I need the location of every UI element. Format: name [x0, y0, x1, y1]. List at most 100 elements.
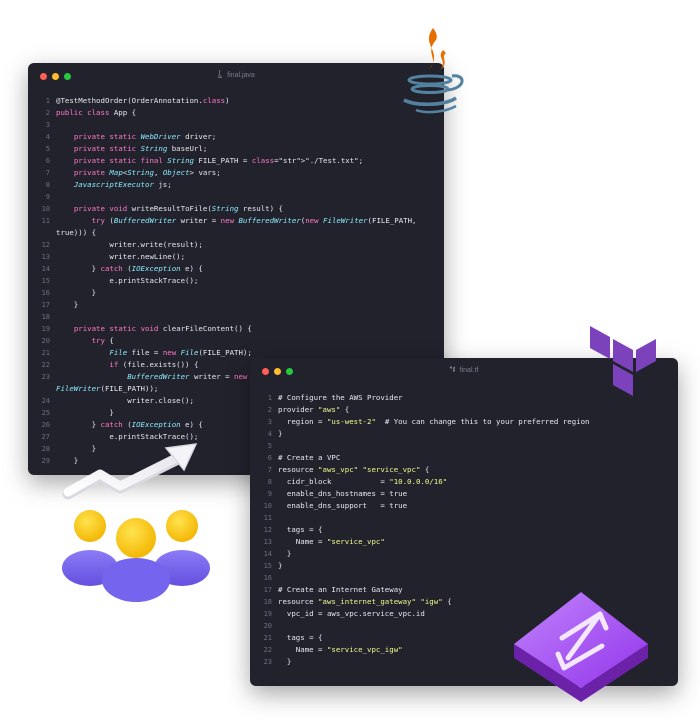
- line-text: resource "aws_internet_gateway" "igw" {: [278, 597, 452, 606]
- java-code-line: 15 e.printStackTrace();: [28, 275, 444, 287]
- line-number: 22: [41, 361, 50, 369]
- line-text: public class App {: [56, 108, 137, 117]
- java-code-line: 20 try {: [28, 335, 444, 347]
- line-text: }: [278, 657, 292, 666]
- line-text: true))) {: [56, 228, 97, 237]
- line-text: FileWriter(FILE_PATH));: [56, 384, 159, 393]
- line-number: 8: [267, 478, 272, 486]
- line-number: 5: [45, 145, 50, 153]
- line-text: cidr_block = "10.0.0.0/16": [278, 477, 448, 486]
- java-code-line: 14 } catch (IOException e) {: [28, 263, 444, 275]
- line-number: 26: [41, 421, 50, 429]
- line-text: private Map<String, Object> vars;: [73, 168, 221, 177]
- line-text: }: [56, 288, 97, 297]
- java-code-line: 11 try (BufferedWriter writer = new Buff…: [28, 215, 444, 227]
- java-code-line: 7 private Map<String, Object> vars;: [28, 167, 444, 179]
- line-text: enable_dns_support = true: [278, 501, 408, 510]
- line-text: writer.write(result);: [56, 240, 203, 249]
- line-text: private static void clearFileContent() {: [73, 324, 252, 333]
- terraform-code-line: 15}: [250, 560, 678, 572]
- line-number: 22: [263, 646, 272, 654]
- terraform-code-line: 16: [250, 572, 678, 584]
- line-text: }: [56, 300, 79, 309]
- line-text: private static String baseUrl;: [73, 144, 208, 153]
- line-number: 23: [263, 658, 272, 666]
- line-number: 11: [263, 514, 272, 522]
- line-number: 17: [41, 301, 50, 309]
- line-text: private void writeResultToFile(String re…: [73, 204, 283, 213]
- terraform-code-line: 5: [250, 440, 678, 452]
- tf-file-icon: [449, 366, 455, 372]
- terraform-logo-icon: [590, 326, 656, 396]
- java-file-icon: [218, 70, 223, 78]
- java-code-line: true))) {: [28, 227, 444, 239]
- line-text: @TestMethodOrder(OrderAnnotation.class): [56, 96, 230, 105]
- line-text: try {: [91, 336, 114, 345]
- java-window-titlebar: final.java: [28, 63, 444, 91]
- line-number: 1: [267, 394, 272, 402]
- terraform-code-line: 4}: [250, 428, 678, 440]
- line-number: 6: [267, 454, 272, 462]
- line-number: 3: [45, 121, 50, 129]
- java-code-line: 8 JavascriptExecutor js;: [28, 179, 444, 191]
- line-text: } catch (IOException e) {: [56, 264, 203, 273]
- line-number: 12: [41, 241, 50, 249]
- line-text: Name = "service_vpc_igw": [278, 645, 403, 654]
- line-text: resource "aws_vpc" "service_vpc" {: [278, 465, 430, 474]
- line-number: 21: [41, 349, 50, 357]
- terraform-code-line: 11: [250, 512, 678, 524]
- line-number: 9: [267, 490, 272, 498]
- line-number: 3: [267, 418, 272, 426]
- line-number: 15: [263, 562, 272, 570]
- java-code-line: 19 private static void clearFileContent(…: [28, 323, 444, 335]
- line-text: enable_dns_hostnames = true: [278, 489, 408, 498]
- line-number: 6: [45, 157, 50, 165]
- java-code-line: 17 }: [28, 299, 444, 311]
- line-text: if (file.exists()) {: [109, 360, 199, 369]
- line-text: Name = "service_vpc": [278, 537, 385, 546]
- line-text: }: [278, 429, 283, 438]
- line-text: # Create a VPC: [278, 453, 341, 462]
- line-number: 2: [267, 406, 272, 414]
- line-number: 10: [263, 502, 272, 510]
- terraform-code-line: 12 tags = {: [250, 524, 678, 536]
- line-number: 7: [45, 169, 50, 177]
- terraform-code-line: 13 Name = "service_vpc": [250, 536, 678, 548]
- line-number: 15: [41, 277, 50, 285]
- java-logo-icon: [403, 28, 464, 114]
- line-text: # Configure the AWS Provider: [278, 393, 403, 402]
- terraform-code-line: 8 cidr_block = "10.0.0.0/16": [250, 476, 678, 488]
- line-number: 11: [41, 217, 50, 225]
- line-number: 12: [263, 526, 272, 534]
- java-code-line: 16 }: [28, 287, 444, 299]
- line-text: }: [278, 561, 283, 570]
- terraform-code-line: 6 # Create a VPC: [250, 452, 678, 464]
- java-code-line: 6 private static final String FILE_PATH …: [28, 155, 444, 167]
- java-code-line: 18: [28, 311, 444, 323]
- line-text: e.printStackTrace();: [56, 276, 199, 285]
- line-text: writer.newLine();: [56, 252, 186, 261]
- java-code-line: 2 public class App {: [28, 107, 444, 119]
- line-number: 7: [267, 466, 272, 474]
- line-number: 18: [41, 313, 50, 321]
- line-text: private static WebDriver driver;: [73, 132, 217, 141]
- line-number: 18: [263, 598, 272, 606]
- line-number: 13: [263, 538, 272, 546]
- line-number: 14: [41, 265, 50, 273]
- line-text: private static final String FILE_PATH = …: [73, 156, 364, 165]
- line-number: 13: [41, 253, 50, 261]
- line-number: 19: [41, 325, 50, 333]
- terraform-code-line: 14 }: [250, 548, 678, 560]
- line-number: 4: [267, 430, 272, 438]
- team-growth-icon: [62, 443, 210, 602]
- terraform-window-filename: final.tf: [459, 367, 479, 374]
- line-number: 20: [263, 622, 272, 630]
- line-text: try (BufferedWriter writer = new Buffere…: [91, 216, 417, 225]
- java-code-line: 9: [28, 191, 444, 203]
- java-window-filename: final.java: [227, 72, 255, 79]
- line-number: 16: [41, 289, 50, 297]
- line-number: 24: [41, 397, 50, 405]
- line-number: 21: [263, 634, 272, 642]
- line-number: 27: [41, 433, 50, 441]
- java-code-line: 10 private void writeResultToFile(String…: [28, 203, 444, 215]
